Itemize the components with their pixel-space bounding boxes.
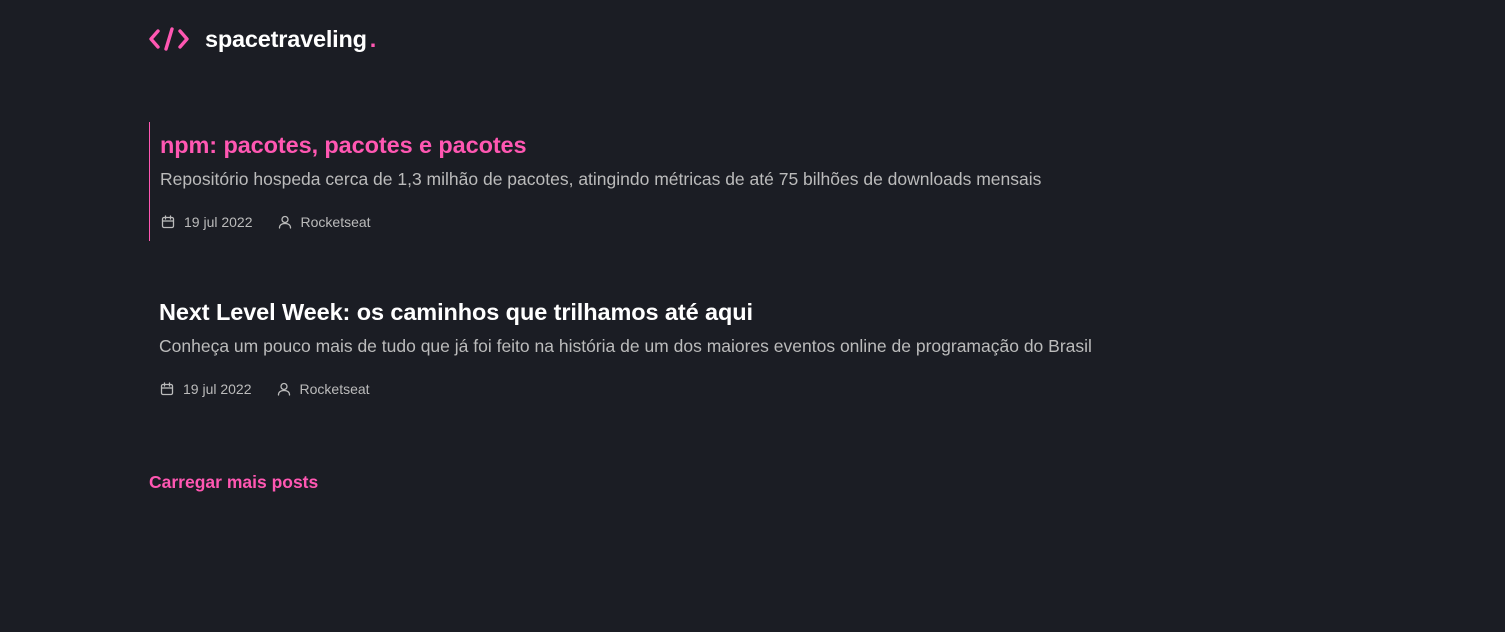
logo-link[interactable]: spacetraveling. — [149, 24, 376, 54]
post-date-text: 19 jul 2022 — [184, 214, 253, 230]
post-author: Rocketseat — [276, 381, 370, 397]
post-date: 19 jul 2022 — [160, 214, 253, 230]
calendar-icon — [160, 382, 174, 396]
logo-dot: . — [369, 25, 377, 52]
post-author-text: Rocketseat — [299, 381, 370, 397]
code-brackets-icon — [149, 27, 189, 51]
post-title[interactable]: npm: pacotes, pacotes e pacotes — [160, 132, 527, 159]
post-item[interactable]: npm: pacotes, pacotes e pacotes Repositó… — [149, 122, 1250, 241]
post-date-text: 19 jul 2022 — [183, 381, 252, 397]
post-subtitle: Repositório hospeda cerca de 1,3 milhão … — [160, 169, 1042, 189]
post-meta: 19 jul 2022 Rocketseat — [159, 381, 370, 397]
post-title[interactable]: Next Level Week: os caminhos que trilham… — [159, 299, 753, 326]
post-author-text: Rocketseat — [300, 214, 371, 230]
post-item[interactable]: Next Level Week: os caminhos que trilham… — [149, 289, 1249, 408]
logo-text: spacetraveling — [205, 25, 367, 52]
load-more-button[interactable]: Carregar mais posts — [149, 472, 318, 493]
post-subtitle: Conheça um pouco mais de tudo que já foi… — [159, 336, 1092, 356]
user-icon — [278, 215, 291, 229]
user-icon — [277, 382, 290, 396]
post-meta: 19 jul 2022 Rocketseat — [160, 214, 371, 230]
post-author: Rocketseat — [277, 214, 371, 230]
post-date: 19 jul 2022 — [159, 381, 252, 397]
calendar-icon — [161, 215, 175, 229]
